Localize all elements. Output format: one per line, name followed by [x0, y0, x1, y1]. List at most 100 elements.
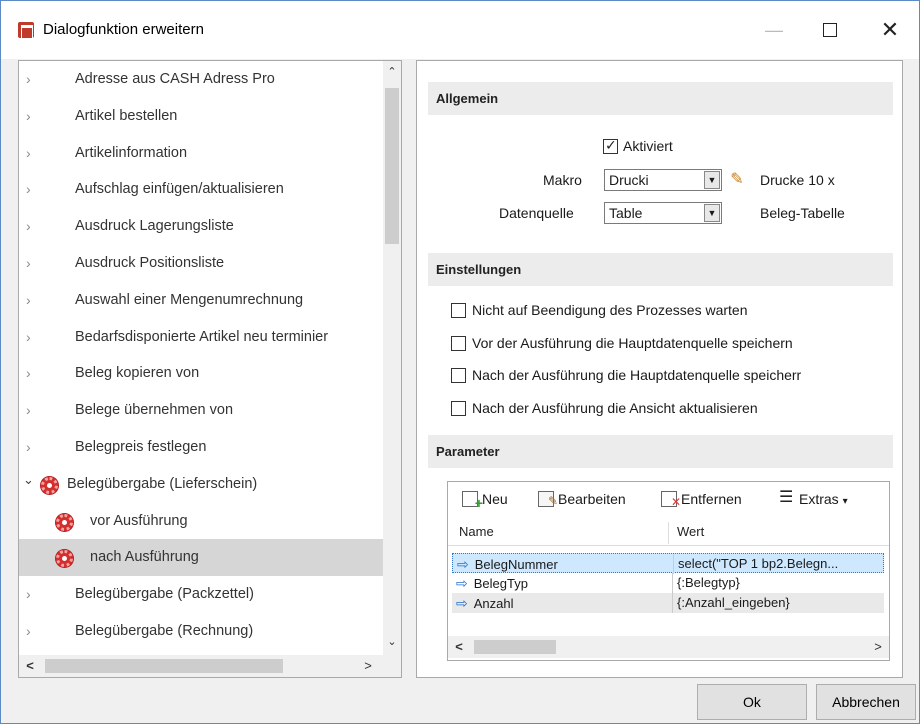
makro-label: Makro	[543, 172, 582, 188]
table-row[interactable]: ⇨ Anzahl {:Anzahl_eingeben}	[452, 593, 884, 613]
chevron-down-icon[interactable]: ⌄	[23, 462, 34, 499]
aktiviert-checkbox[interactable]	[603, 137, 618, 154]
edit-label: Bearbeiten	[558, 491, 626, 507]
close-button[interactable]: ✕	[873, 13, 907, 47]
tree-item-label: Auswahl einer Mengenumrechnung	[75, 291, 304, 308]
tree-vertical-scrollbar[interactable]: ⌃ ⌄	[383, 61, 401, 655]
tree-item[interactable]: › Belegübergabe (Rechnung)	[19, 613, 383, 650]
column-wert-header[interactable]: Wert	[677, 518, 704, 546]
extras-label: Extras	[799, 491, 839, 507]
tree-item[interactable]: › Aufschlag einfügen/aktualisieren	[19, 171, 383, 208]
column-name-header[interactable]: Name	[459, 518, 494, 546]
tree-item-label: Ausdruck Lagerungsliste	[75, 218, 234, 235]
app-icon	[18, 22, 34, 39]
hscroll-thumb[interactable]	[45, 659, 283, 673]
chevron-right-icon[interactable]: ›	[26, 61, 38, 98]
section-einstellungen: Einstellungen	[428, 253, 893, 286]
maximize-button[interactable]	[813, 13, 847, 47]
param-name: BelegNummer	[474, 557, 558, 572]
tree-item-label: Adresse aus CASH Adress Pro	[75, 71, 275, 87]
param-value-cell: {:Belegtyp}	[672, 573, 880, 593]
dialog-window: Dialogfunktion erweitern — ✕ › Adresse au…	[0, 0, 920, 724]
makro-select[interactable]: Drucki ▼	[604, 169, 722, 191]
tree-item[interactable]: › Ausdruck Positionsliste	[19, 245, 383, 282]
minimize-button[interactable]: —	[757, 13, 791, 47]
tree-item[interactable]: › Belege übernehmen von	[19, 392, 383, 429]
ok-button[interactable]: Ok	[697, 684, 807, 720]
chevron-right-icon[interactable]: ›	[26, 319, 38, 356]
grid-horizontal-scrollbar[interactable]: < >	[448, 636, 889, 658]
tree-item[interactable]: › Artikel bestellen	[19, 98, 383, 135]
tree-item-label: Artikelinformation	[75, 144, 188, 161]
tree-item[interactable]: › Belegübergabe (Packzettel)	[19, 576, 383, 613]
tree-item[interactable]: › Adresse aus CASH Adress Pro	[19, 61, 383, 98]
parameter-grid: Neu Bearbeiten Entfernen Extras ▾ Name W…	[447, 481, 890, 661]
scroll-right-icon[interactable]: >	[869, 636, 887, 658]
makro-note: Drucke 10 x	[760, 172, 835, 188]
grid-hscroll-thumb[interactable]	[474, 640, 556, 654]
option-checkbox[interactable]	[451, 368, 466, 383]
scroll-thumb[interactable]	[385, 88, 399, 244]
tree-item[interactable]: ⌄ Belegübergabe (Lieferschein)	[19, 466, 383, 503]
chevron-right-icon[interactable]: ›	[26, 245, 38, 282]
tree-item-label: Belege übernehmen von	[75, 402, 234, 419]
tree-horizontal-scrollbar[interactable]: < >	[19, 655, 383, 677]
tree-item-label: Beleg kopieren von	[75, 365, 200, 382]
tree-item[interactable]: nach Ausführung	[19, 539, 383, 577]
new-label: Neu	[482, 491, 508, 507]
remove-button[interactable]: Entfernen	[661, 489, 742, 512]
chevron-right-icon[interactable]: ›	[26, 392, 38, 429]
chevron-right-icon[interactable]: ›	[26, 208, 38, 245]
param-name-cell: ⇨ BelegNummer	[457, 554, 669, 575]
tree-item[interactable]: › Belegpreis festlegen	[19, 429, 383, 466]
table-row[interactable]: ⇨ BelegNummer select("TOP 1 bp2.Belegn...	[452, 553, 884, 575]
dropdown-arrow-icon: ▾	[842, 496, 848, 507]
option-checkbox[interactable]	[451, 335, 466, 351]
datenquelle-note: Beleg-Tabelle	[760, 205, 845, 221]
section-parameter: Parameter	[428, 435, 893, 468]
datenquelle-select[interactable]: Table ▼	[604, 202, 722, 224]
delete-icon	[661, 491, 681, 512]
tree-item-label: Aufschlag einfügen/aktualisieren	[75, 181, 284, 198]
tree-item[interactable]: › Artikelinformation	[19, 135, 383, 172]
chevron-right-icon[interactable]: ›	[26, 613, 38, 650]
tree-item[interactable]: › Bedarfsdisponierte Artikel neu terminie…	[19, 319, 383, 356]
chevron-right-icon[interactable]: ›	[26, 282, 38, 319]
param-name: BelegTyp	[473, 576, 528, 591]
param-name: Anzahl	[473, 596, 514, 611]
edit-button[interactable]: Bearbeiten	[538, 489, 626, 511]
new-button[interactable]: Neu	[462, 489, 508, 513]
table-row[interactable]: ⇨ BelegTyp {:Belegtyp}	[452, 573, 884, 593]
param-value-cell: {:Anzahl_eingeben}	[672, 593, 880, 613]
scroll-left-icon[interactable]: <	[450, 636, 468, 658]
tree-item[interactable]: › Ausdruck Lagerungsliste	[19, 208, 383, 245]
scroll-up-icon[interactable]: ⌃	[383, 63, 401, 81]
chevron-down-icon[interactable]: ▼	[704, 171, 720, 189]
edit-pencil-icon[interactable]: ✎	[727, 170, 747, 190]
chevron-right-icon[interactable]: ›	[26, 98, 38, 135]
scroll-left-icon[interactable]: <	[21, 655, 39, 677]
scroll-right-icon[interactable]: >	[359, 655, 377, 677]
scroll-corner	[383, 655, 401, 677]
column-divider[interactable]	[668, 522, 669, 544]
tree-list: › Adresse aus CASH Adress Pro › Artikel bes…	[19, 61, 383, 655]
section-allgemein: Allgemein	[428, 82, 893, 115]
chevron-right-icon[interactable]: ›	[26, 576, 38, 613]
chevron-right-icon[interactable]: ›	[26, 171, 38, 208]
tree-item[interactable]: › Beleg kopieren von	[19, 355, 383, 392]
arrow-right-icon: ⇨	[456, 575, 468, 591]
tree-item[interactable]: › Auswahl einer Mengenumrechnung	[19, 282, 383, 319]
param-name-cell: ⇨ Anzahl	[456, 593, 668, 614]
tree-item[interactable]: vor Ausführung	[19, 503, 383, 540]
chevron-right-icon[interactable]: ›	[26, 135, 38, 172]
chevron-right-icon[interactable]: ›	[26, 429, 38, 466]
chevron-down-icon[interactable]: ▼	[704, 204, 720, 222]
scroll-down-icon[interactable]: ⌄	[383, 633, 401, 651]
option-checkbox[interactable]	[451, 400, 466, 416]
cancel-button[interactable]: Abbrechen	[816, 684, 916, 720]
tree-item-label: Bedarfsdisponierte Artikel neu terminier	[75, 328, 329, 345]
option-checkbox[interactable]	[451, 303, 466, 318]
aktiviert-label: Aktiviert	[623, 138, 673, 154]
extras-button[interactable]: Extras ▾	[779, 488, 848, 509]
chevron-right-icon[interactable]: ›	[26, 355, 38, 392]
